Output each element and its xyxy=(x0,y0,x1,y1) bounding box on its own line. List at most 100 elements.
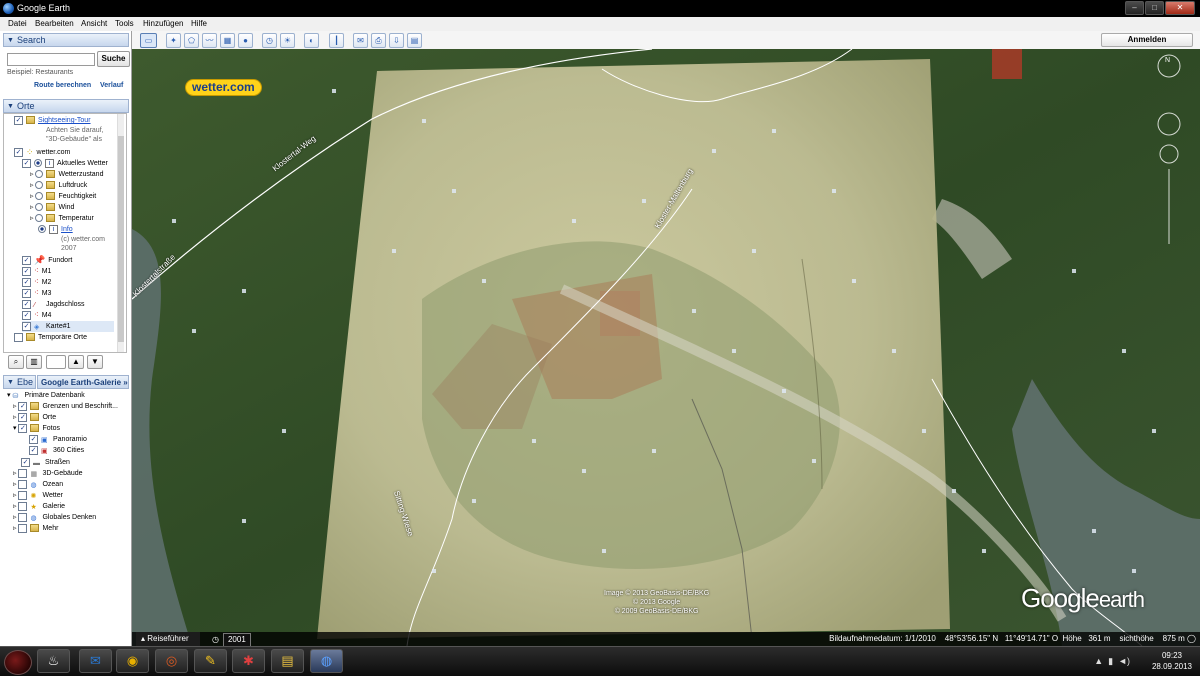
imagery-year[interactable]: 2001 xyxy=(222,633,251,647)
volume-icon[interactable]: ◄) xyxy=(1118,656,1130,666)
layer-gallery[interactable]: ▹ ★ Galerie xyxy=(13,501,65,512)
polygon-icon[interactable]: ⬠ xyxy=(184,33,199,48)
checkbox[interactable]: ✓ xyxy=(29,445,38,455)
checkbox[interactable] xyxy=(18,512,28,522)
checkbox[interactable]: ✓ xyxy=(22,266,31,276)
place-item-jagdschloss[interactable]: ✓ ⁄ Jagdschloss xyxy=(22,299,85,310)
app-icon[interactable]: ✱ xyxy=(232,649,265,673)
layer-global-awareness[interactable]: ▹ ◍ Globales Denken xyxy=(13,512,96,523)
menu-edit[interactable]: Bearbeiten xyxy=(35,19,74,28)
checkbox[interactable]: ✓ xyxy=(22,277,31,287)
radio-button[interactable] xyxy=(38,225,46,234)
checkbox[interactable]: ✓ xyxy=(22,158,31,168)
layer-more[interactable]: ▹ Mehr xyxy=(13,523,58,534)
placemark-icon[interactable]: ✦ xyxy=(166,33,181,48)
sidebar-toggle-icon[interactable]: ▭ xyxy=(140,33,157,48)
media-player-icon[interactable]: ◎ xyxy=(155,649,188,673)
planets-icon[interactable]: ◐ xyxy=(304,33,319,48)
menu-file[interactable]: Datei xyxy=(8,19,27,28)
checkbox[interactable] xyxy=(18,523,28,533)
place-item-m1[interactable]: ✓ ⁖ M1 xyxy=(22,266,51,277)
maximize-button[interactable]: □ xyxy=(1145,1,1164,15)
layer-panoramio[interactable]: ✓ ▣ Panoramio xyxy=(29,434,87,445)
menu-help[interactable]: Hilfe xyxy=(191,19,207,28)
checkbox[interactable] xyxy=(18,501,28,511)
radio-button[interactable] xyxy=(35,214,44,223)
places-panel-header[interactable]: ▼ Orte xyxy=(3,99,129,113)
layers-tab[interactable]: ▼ Ebe xyxy=(3,375,36,389)
checkbox[interactable]: ✓ xyxy=(22,310,31,320)
layer-3d-buildings[interactable]: ▹ ▦ 3D-Gebäude xyxy=(13,468,83,479)
menu-add[interactable]: Hinzufügen xyxy=(143,19,183,28)
historical-imagery[interactable]: ◷ 2001 xyxy=(212,633,251,647)
tools-icon[interactable]: ✎ xyxy=(194,649,227,673)
move-down-icon[interactable]: ▼ xyxy=(87,355,103,369)
layer-borders[interactable]: ▹ ✓ Grenzen und Beschrift... xyxy=(13,401,118,412)
compass-north-icon[interactable]: N xyxy=(1165,57,1170,64)
checkbox[interactable]: ✓ xyxy=(14,115,23,125)
place-item-m3[interactable]: ✓ ⁖ M3 xyxy=(22,288,51,299)
layer-places[interactable]: ▹ ✓ Orte xyxy=(13,412,56,423)
view-in-maps-icon[interactable]: ▤ xyxy=(407,33,422,48)
checkbox[interactable]: ✓ xyxy=(29,434,38,444)
layer-360cities[interactable]: ✓ ▣ 360 Cities xyxy=(29,445,84,456)
layer-photos[interactable]: ▾ ✓ Fotos xyxy=(13,423,60,434)
layer-roads[interactable]: ✓ ▬ Straßen xyxy=(21,457,70,468)
route-link[interactable]: Route berechnen xyxy=(34,82,91,89)
wetter-logo[interactable]: wetter.com xyxy=(185,79,262,96)
path-icon[interactable]: 〰 xyxy=(202,33,217,48)
google-earth-task-icon[interactable]: ◍ xyxy=(310,649,343,673)
place-item-karte[interactable]: ✓ ◈ Karte#1 xyxy=(22,321,114,332)
outlook-icon[interactable]: ✉ xyxy=(79,649,112,673)
checkbox[interactable]: ✓ xyxy=(22,255,31,265)
primary-database-row[interactable]: ▾ ⛁ Primäre Datenbank xyxy=(7,390,85,401)
search-icon[interactable]: ⌕ xyxy=(8,355,24,369)
weather-item[interactable]: ▹ Wind xyxy=(30,202,74,213)
checkbox[interactable]: ✓ xyxy=(21,457,30,467)
move-up-icon[interactable]: ▲ xyxy=(68,355,84,369)
checkbox[interactable] xyxy=(18,490,28,500)
history-link[interactable]: Verlauf xyxy=(100,82,123,89)
network-icon[interactable]: ▮ xyxy=(1108,656,1113,666)
sign-in-button[interactable]: Anmelden xyxy=(1101,33,1193,47)
weather-item[interactable]: ▹ Luftdruck xyxy=(30,180,87,191)
close-button[interactable]: ✕ xyxy=(1165,1,1195,15)
ruler-icon[interactable]: ┃ xyxy=(329,33,344,48)
blank-field[interactable] xyxy=(46,355,66,369)
place-item-fundort[interactable]: ✓ 📌 Fundort xyxy=(22,255,72,266)
radio-button[interactable] xyxy=(34,159,42,168)
save-image-icon[interactable]: ⇩ xyxy=(389,33,404,48)
layer-weather[interactable]: ▹ ✺ Wetter xyxy=(13,490,63,501)
search-button[interactable]: Suche xyxy=(97,51,130,67)
checkbox[interactable] xyxy=(14,332,23,342)
weather-item[interactable]: ▹ Wetterzustand xyxy=(30,169,103,180)
tray-arrow-icon[interactable]: ▲ xyxy=(1094,656,1103,666)
temporary-places-row[interactable]: Temporäre Orte xyxy=(14,332,87,343)
sunlight-icon[interactable]: ☀ xyxy=(280,33,295,48)
current-weather-row[interactable]: ✓ i Aktuelles Wetter xyxy=(22,158,108,169)
radio-button[interactable] xyxy=(35,203,44,212)
radio-button[interactable] xyxy=(35,181,44,190)
checkbox[interactable]: ✓ xyxy=(18,412,28,422)
checkbox[interactable]: ✓ xyxy=(22,288,31,298)
map-viewport[interactable]: N wetter.com Klostertal-Weg Klostertalst… xyxy=(132,49,1200,646)
historical-imagery-icon[interactable]: ◷ xyxy=(262,33,277,48)
print-icon[interactable]: ⎙ xyxy=(371,33,386,48)
checkbox[interactable] xyxy=(18,479,28,489)
checkbox[interactable] xyxy=(18,468,28,478)
checkbox[interactable]: ✓ xyxy=(14,147,23,157)
image-overlay-icon[interactable]: ▦ xyxy=(220,33,235,48)
record-tour-icon[interactable]: ● xyxy=(238,33,253,48)
search-input[interactable] xyxy=(7,53,95,66)
gallery-tab[interactable]: Google Earth-Galerie » xyxy=(37,375,129,389)
search-panel-header[interactable]: ▼ Search xyxy=(3,33,129,47)
weather-item[interactable]: ▹ Feuchtigkeit xyxy=(30,191,96,202)
wetter-row[interactable]: ✓ ⁘ wetter.com xyxy=(14,147,70,158)
menu-tools[interactable]: Tools xyxy=(115,19,134,28)
places-scrollbar[interactable] xyxy=(117,114,124,352)
email-icon[interactable]: ✉ xyxy=(353,33,368,48)
checkbox[interactable]: ✓ xyxy=(18,401,28,411)
checkbox[interactable]: ✓ xyxy=(22,299,31,309)
clock[interactable]: 09:23 28.09.2013 xyxy=(1152,650,1192,672)
radio-button[interactable] xyxy=(35,192,44,201)
